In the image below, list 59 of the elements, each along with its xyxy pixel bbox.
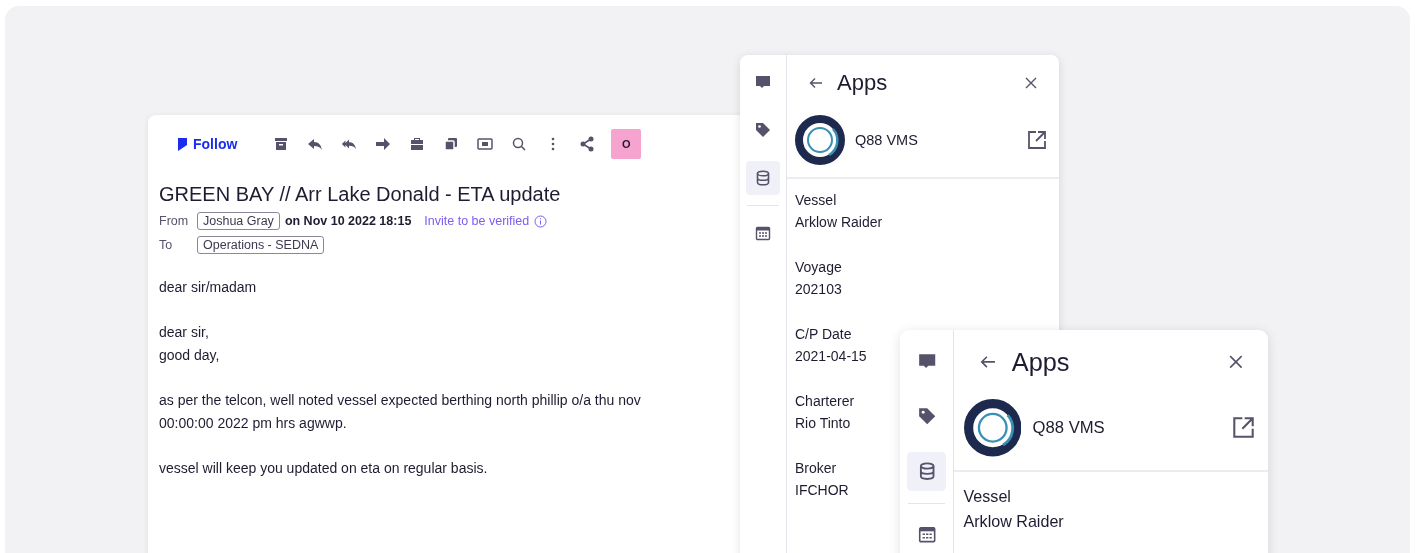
field-value: Arklow Raider <box>795 213 883 232</box>
body-text: vessel will keep you updated on eta on regular basis. <box>159 459 489 478</box>
search-icon[interactable] <box>511 136 528 152</box>
ring-logo-icon <box>963 399 1021 457</box>
field-value: 2021-04-15 <box>795 347 867 366</box>
follow-button[interactable]: Follow <box>177 136 238 152</box>
ring-logo-icon <box>795 115 845 165</box>
app-name: Q88 VMS <box>1032 417 1106 438</box>
database-tab[interactable] <box>907 451 947 491</box>
field-label: Vessel <box>795 191 837 210</box>
app-name: Q88 VMS <box>855 132 919 148</box>
calendar-icon <box>917 525 937 544</box>
forward-icon[interactable] <box>375 136 392 152</box>
reply-icon[interactable] <box>307 136 324 152</box>
share-icon[interactable] <box>579 136 596 152</box>
briefcase-icon[interactable] <box>409 136 426 152</box>
body-text: dear sir/madam <box>159 278 258 297</box>
archive-icon[interactable] <box>273 136 290 152</box>
body-text: good day, <box>159 346 221 365</box>
sender-chip[interactable]: Joshua Gray <box>197 212 280 230</box>
close-icon[interactable] <box>1229 355 1244 370</box>
calendar-icon <box>755 225 771 241</box>
close-icon[interactable] <box>1025 77 1037 89</box>
panel-title: Apps <box>837 70 889 96</box>
field-label: Broker <box>795 459 837 478</box>
back-arrow-icon[interactable] <box>809 77 823 89</box>
email-subject: GREEN BAY // Arr Lake Donald - ETA update <box>159 183 562 206</box>
info-icon[interactable] <box>534 214 548 228</box>
panel-title: Apps <box>1011 347 1071 377</box>
database-icon <box>755 170 771 186</box>
tag-icon <box>917 407 937 426</box>
avatar-badge[interactable]: O <box>611 129 642 159</box>
body-text: 00:00:00 2022 pm hrs agwwp. <box>159 414 348 433</box>
field-label: C/P Date <box>795 325 852 344</box>
database-icon <box>917 462 937 481</box>
copy-icon[interactable] <box>443 136 460 152</box>
back-arrow-icon[interactable] <box>979 355 996 370</box>
to-label: To <box>159 238 174 252</box>
body-text: as per the telcon, well noted vessel expected berthing north phillip o/a thu nov <box>159 391 642 410</box>
tag-icon <box>755 122 771 138</box>
id-card-icon[interactable] <box>477 136 494 152</box>
field-label: Charterer <box>795 392 855 411</box>
external-link-icon[interactable] <box>1027 130 1047 150</box>
field-value: IFCHOR <box>795 481 849 500</box>
bookmark-icon <box>177 137 187 151</box>
chat-icon <box>917 351 937 371</box>
verify-link[interactable]: Invite to be verified <box>424 214 530 228</box>
recipient-chip[interactable]: Operations - SEDNA <box>197 236 325 254</box>
field-label: Vessel <box>963 485 1011 507</box>
body-text: dear sir, <box>159 323 210 342</box>
database-tab[interactable] <box>746 161 780 195</box>
field-value: 202103 <box>795 280 842 299</box>
external-link-icon[interactable] <box>1231 416 1255 440</box>
field-label: Voyage <box>795 258 842 277</box>
field-value: Arklow Raider <box>963 511 1064 533</box>
from-label: From <box>159 214 190 228</box>
email-date: on Nov 10 2022 18:15 <box>284 214 412 228</box>
chat-icon <box>755 74 771 90</box>
field-value: Rio Tinto <box>795 414 851 433</box>
